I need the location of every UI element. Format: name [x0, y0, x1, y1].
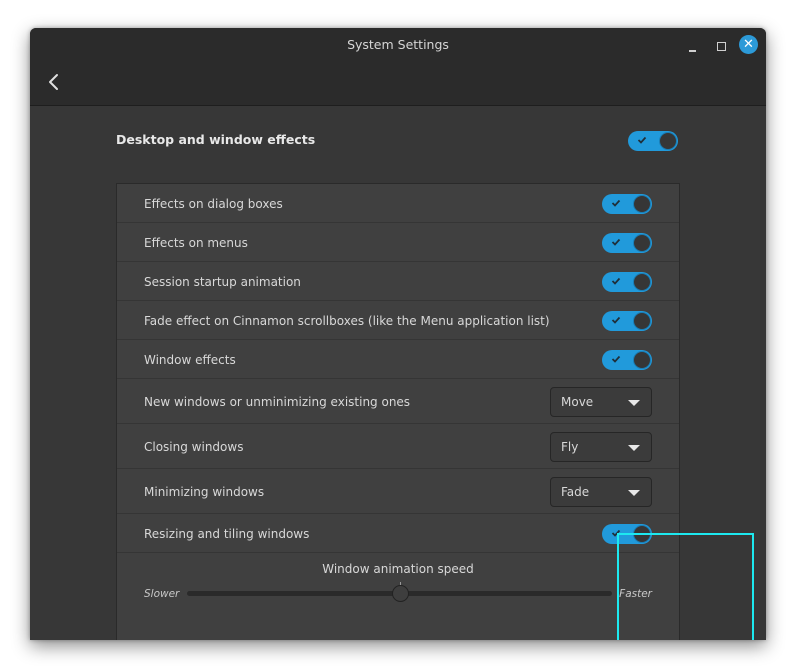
- settings-row: Closing windows Fly: [117, 424, 679, 469]
- chevron-left-icon: [49, 74, 58, 90]
- dropdown-arrow-icon: [628, 445, 640, 451]
- settings-row: Session startup animation: [117, 262, 679, 301]
- row-label: Closing windows: [144, 440, 244, 454]
- effect-dropdown[interactable]: Fly: [550, 432, 652, 462]
- settings-row: Minimizing windows Fade: [117, 469, 679, 514]
- toggle-knob: [633, 273, 651, 291]
- toggle-knob: [659, 132, 677, 150]
- slider-max-label: Faster: [619, 588, 652, 600]
- settings-row: Effects on dialog boxes: [117, 184, 679, 223]
- maximize-button[interactable]: [714, 39, 728, 53]
- dropdown-value: Fly: [561, 440, 579, 454]
- check-icon: [611, 316, 621, 324]
- toggle-knob: [633, 234, 651, 252]
- dropdown-arrow-icon: [628, 400, 640, 406]
- row-label: New windows or unminimizing existing one…: [144, 395, 411, 409]
- settings-row: Window effects: [117, 340, 679, 379]
- check-icon: [611, 238, 621, 246]
- title-bar: System Settings ✕: [30, 28, 766, 106]
- row-toggle[interactable]: [602, 350, 652, 370]
- toggle-knob: [633, 195, 651, 213]
- settings-row: New windows or unminimizing existing one…: [117, 379, 679, 424]
- content-area: Desktop and window effects Effects on di…: [30, 107, 766, 640]
- row-toggle[interactable]: [602, 524, 652, 544]
- close-icon: ✕: [743, 37, 754, 52]
- back-button[interactable]: [44, 70, 64, 94]
- close-button[interactable]: ✕: [739, 35, 758, 54]
- row-toggle[interactable]: [602, 194, 652, 214]
- effects-panel: Effects on dialog boxes Effects on menus S…: [116, 183, 754, 640]
- row-label: Effects on menus: [144, 236, 248, 250]
- check-icon: [611, 277, 621, 285]
- toggle-knob: [633, 351, 651, 369]
- effect-dropdown[interactable]: Fade: [550, 477, 652, 507]
- dropdown-value: Move: [561, 395, 594, 409]
- system-settings-window: System Settings ✕ Desktop and window eff…: [30, 28, 766, 640]
- effect-dropdown[interactable]: Move: [550, 387, 652, 417]
- toggle-knob: [633, 525, 651, 543]
- row-label: Session startup animation: [144, 275, 301, 289]
- row-toggle[interactable]: [602, 311, 652, 331]
- row-toggle[interactable]: [602, 233, 652, 253]
- settings-row: Effects on menus: [117, 223, 679, 262]
- minimize-button[interactable]: [686, 40, 700, 54]
- row-toggle[interactable]: [602, 272, 652, 292]
- check-icon: [611, 529, 621, 537]
- slider-min-label: Slower: [144, 588, 180, 600]
- check-icon: [637, 136, 647, 144]
- check-icon: [611, 355, 621, 363]
- check-icon: [611, 199, 621, 207]
- window-title: System Settings: [347, 37, 449, 52]
- row-label: Minimizing windows: [144, 485, 265, 499]
- settings-row: Fade effect on Cinnamon scrollboxes (lik…: [117, 301, 679, 340]
- settings-row: Resizing and tiling windows: [117, 514, 679, 553]
- slider-thumb[interactable]: [391, 585, 409, 602]
- toggle-knob: [633, 312, 651, 330]
- animation-speed-title: Window animation speed: [322, 562, 474, 576]
- dropdown-value: Fade: [561, 485, 590, 499]
- dropdown-arrow-icon: [628, 490, 640, 496]
- row-label: Effects on dialog boxes: [144, 197, 283, 211]
- animation-speed-slider[interactable]: [187, 585, 612, 602]
- row-label: Window effects: [144, 353, 236, 367]
- row-label: Resizing and tiling windows: [144, 527, 310, 541]
- section-title: Desktop and window effects: [116, 132, 316, 147]
- desktop-effects-toggle[interactable]: [628, 131, 678, 151]
- row-label: Fade effect on Cinnamon scrollboxes (lik…: [144, 314, 550, 328]
